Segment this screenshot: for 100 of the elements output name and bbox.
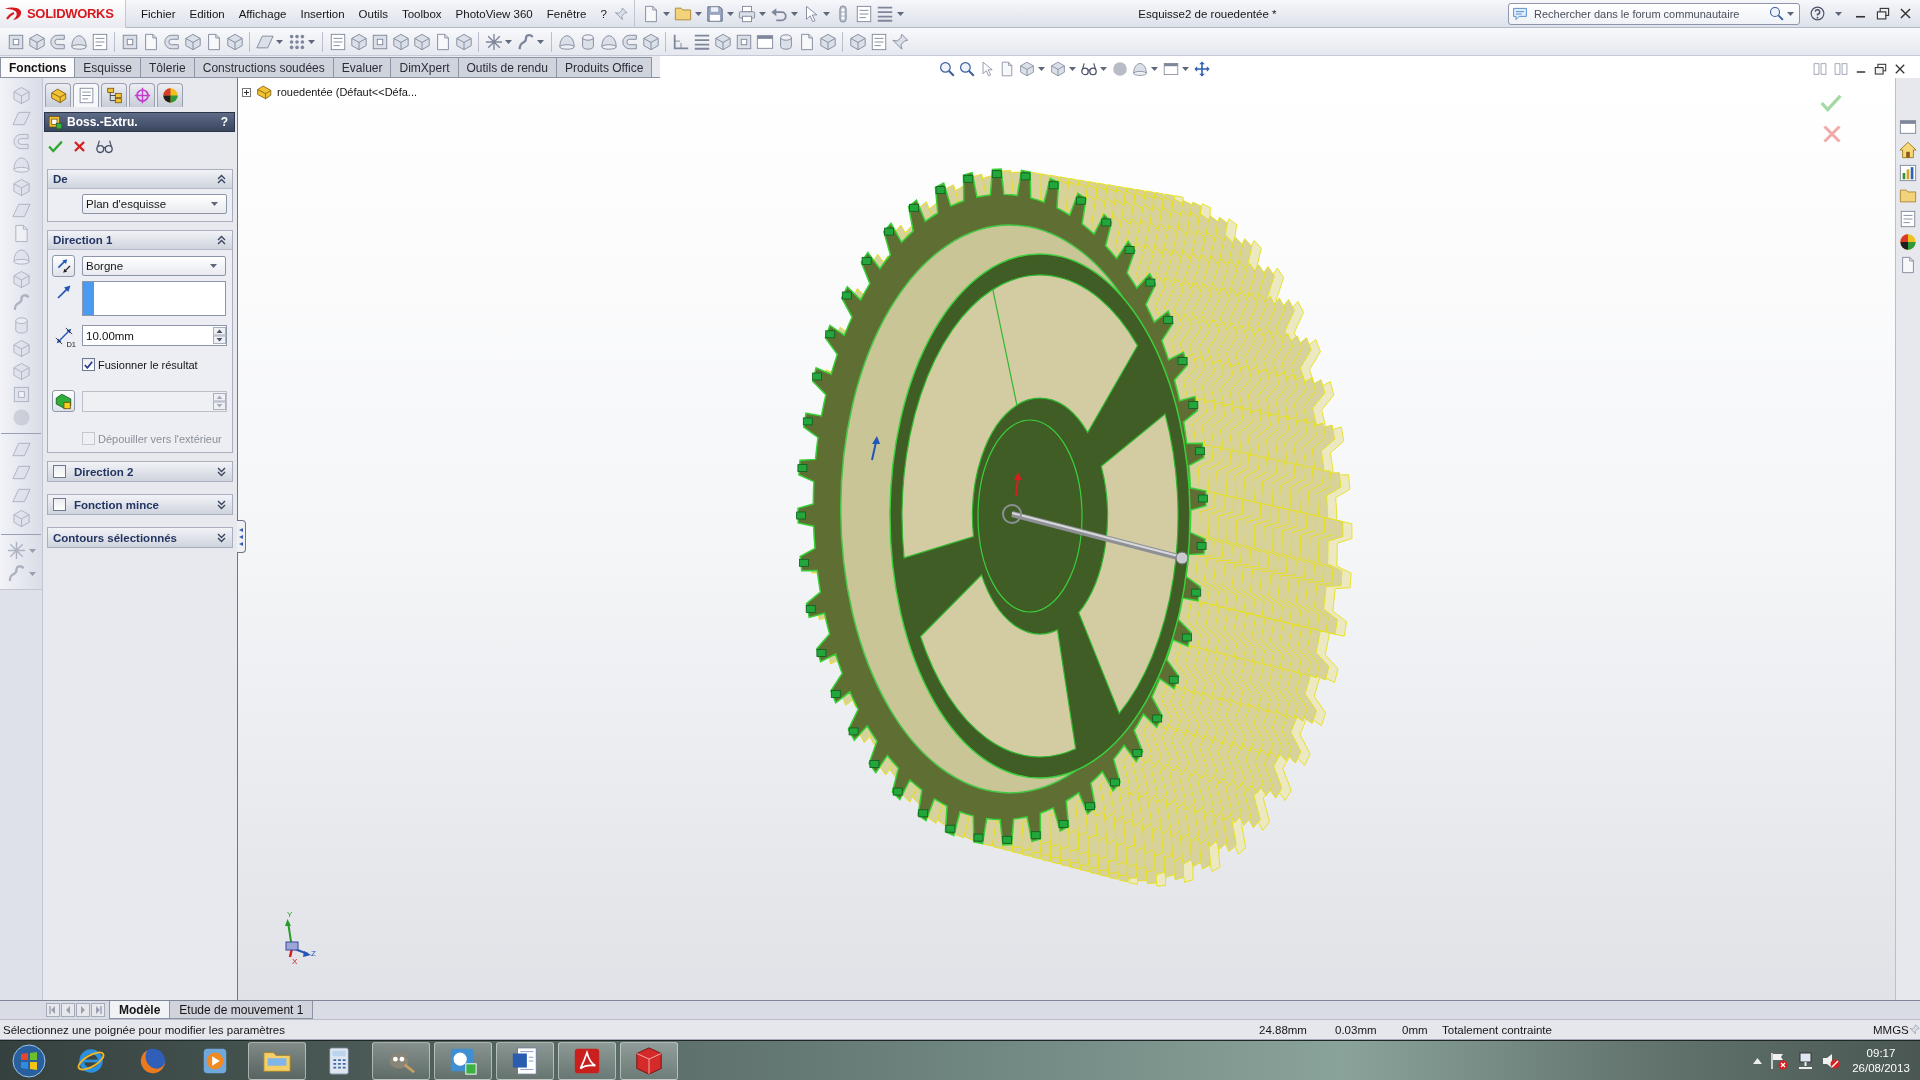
section-header[interactable]: Direction 2 xyxy=(48,462,232,481)
menu-item[interactable]: ? xyxy=(593,7,614,20)
caret-down-icon[interactable] xyxy=(896,11,904,16)
cube-icon[interactable] xyxy=(11,509,31,528)
caret-down-icon[interactable] xyxy=(1069,67,1076,71)
close-icon[interactable] xyxy=(1899,7,1912,20)
caret-down-icon[interactable] xyxy=(822,11,830,16)
caret-down-icon[interactable] xyxy=(1100,67,1107,71)
home-icon[interactable] xyxy=(1899,141,1917,159)
cube-icon[interactable] xyxy=(412,32,431,51)
search-field[interactable]: Rechercher dans le forum communautaire xyxy=(1508,2,1800,25)
section-header[interactable]: Direction 1 xyxy=(48,231,232,250)
cube-icon[interactable] xyxy=(713,32,732,51)
command-tab[interactable]: Fonctions xyxy=(0,57,76,77)
window-icon[interactable] xyxy=(755,32,774,51)
save-icon[interactable] xyxy=(706,4,725,23)
cube-icon[interactable] xyxy=(349,32,368,51)
pin-icon[interactable] xyxy=(890,32,909,51)
list-sheet-icon[interactable] xyxy=(328,32,347,51)
handle-arrow-icon[interactable] xyxy=(871,436,880,461)
caret-down-icon[interactable] xyxy=(790,11,798,16)
cube-icon[interactable] xyxy=(848,32,867,51)
dome-icon[interactable] xyxy=(69,32,88,51)
pin-icon[interactable] xyxy=(613,6,628,21)
bar-chart-icon[interactable] xyxy=(1899,164,1917,182)
taskbar-app-button[interactable] xyxy=(620,1041,678,1080)
caret-down-icon[interactable] xyxy=(1151,67,1158,71)
cube-icon[interactable] xyxy=(11,339,31,358)
dot-grid-icon[interactable] xyxy=(287,32,306,51)
model-tab[interactable]: Modèle xyxy=(109,1001,171,1019)
help-button[interactable]: ? xyxy=(220,115,228,129)
cube-icon[interactable] xyxy=(641,32,660,51)
tile-view-icon[interactable] xyxy=(1813,62,1827,76)
next-icon[interactable] xyxy=(76,1003,90,1017)
cube-icon[interactable] xyxy=(27,32,46,51)
color-ball-icon[interactable] xyxy=(1899,233,1917,251)
menu-item[interactable]: Edition xyxy=(182,7,232,20)
menu-item[interactable]: Outils xyxy=(351,7,395,20)
curve-icon[interactable] xyxy=(7,564,26,583)
curve-icon[interactable] xyxy=(516,32,535,51)
taskbar-app-button[interactable] xyxy=(248,1041,306,1080)
menu-item[interactable]: Insertion xyxy=(293,7,352,20)
printer-icon[interactable] xyxy=(738,4,757,23)
command-tab[interactable]: DimXpert xyxy=(390,57,459,77)
command-tab[interactable]: Produits Office xyxy=(555,57,653,77)
move-icon[interactable] xyxy=(1194,61,1210,77)
list-sheet-icon[interactable] xyxy=(869,32,888,51)
c-shape-icon[interactable] xyxy=(11,132,31,151)
command-tab[interactable]: Constructions soudées xyxy=(193,57,334,77)
angle-icon[interactable] xyxy=(671,32,690,51)
first-page-icon[interactable] xyxy=(46,1003,60,1017)
dome-icon[interactable] xyxy=(557,32,576,51)
checkbox[interactable] xyxy=(53,498,66,511)
page-icon[interactable] xyxy=(999,61,1015,77)
depth-field[interactable]: 10.00mm xyxy=(82,325,227,346)
panel-tab[interactable] xyxy=(157,83,183,107)
caret-down-icon[interactable] xyxy=(694,11,702,16)
status-units[interactable]: MMGS xyxy=(1873,1023,1909,1036)
zoom-icon[interactable] xyxy=(939,61,955,77)
sparkle-icon[interactable] xyxy=(7,541,26,560)
windows-logo-icon[interactable] xyxy=(12,1043,46,1078)
previous-icon[interactable] xyxy=(61,1003,75,1017)
list-sheet-icon[interactable] xyxy=(90,32,109,51)
tile-view-icon[interactable] xyxy=(1834,62,1848,76)
cube-icon[interactable] xyxy=(11,178,31,197)
dome-icon[interactable] xyxy=(1132,61,1148,77)
menu-item[interactable]: PhotoView 360 xyxy=(448,7,540,20)
caret-down-icon[interactable] xyxy=(1182,67,1189,71)
caret-down-icon[interactable] xyxy=(662,11,670,16)
restore-icon[interactable] xyxy=(1874,62,1887,76)
sphere-icon[interactable] xyxy=(1112,61,1128,77)
caret-down-icon[interactable] xyxy=(1787,11,1794,16)
zoom-icon[interactable] xyxy=(1769,6,1784,21)
caret-down-icon[interactable] xyxy=(726,11,734,16)
command-tab[interactable]: Esquisse xyxy=(74,57,142,77)
lines-icon[interactable] xyxy=(692,32,711,51)
cancel-icon[interactable] xyxy=(1822,124,1842,144)
cube-icon[interactable] xyxy=(818,32,837,51)
folder-icon[interactable] xyxy=(1899,187,1917,205)
tree-item[interactable]: rouedentée (Défaut<<Défa... xyxy=(277,86,418,98)
menu-item[interactable]: Toolbox xyxy=(394,7,449,20)
cancel-icon[interactable] xyxy=(73,139,86,153)
square-icon[interactable] xyxy=(6,32,25,51)
square-icon[interactable] xyxy=(11,385,31,404)
sparkle-icon[interactable] xyxy=(484,32,503,51)
cube-icon[interactable] xyxy=(225,32,244,51)
lines-icon[interactable] xyxy=(876,4,895,23)
checkmark-icon[interactable] xyxy=(48,138,63,154)
square-icon[interactable] xyxy=(370,32,389,51)
cube-icon[interactable] xyxy=(183,32,202,51)
taskbar-app-button[interactable] xyxy=(434,1041,492,1080)
expand-icon[interactable] xyxy=(242,87,251,97)
c-shape-icon[interactable] xyxy=(620,32,639,51)
flag-icon[interactable] xyxy=(1770,1051,1788,1070)
last-page-icon[interactable] xyxy=(91,1003,105,1017)
cube-icon[interactable] xyxy=(1050,61,1066,77)
restore-icon[interactable] xyxy=(1876,6,1890,21)
command-tab[interactable]: Tôlerie xyxy=(140,57,195,77)
caret-down-icon[interactable] xyxy=(276,39,283,44)
pin-icon[interactable] xyxy=(1909,1024,1920,1035)
